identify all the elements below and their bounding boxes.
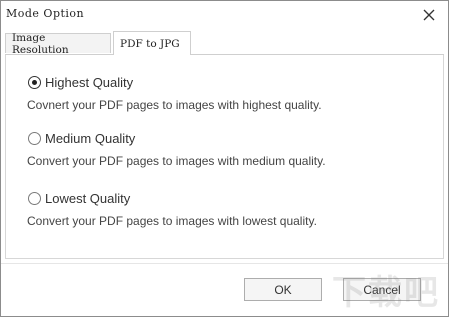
radio-lowest-quality[interactable]: [28, 192, 41, 205]
description-medium: Convert your PDF pages to images with me…: [27, 154, 326, 168]
tab-bar: Image Resolution PDF to JPG: [5, 31, 444, 56]
radio-row-lowest[interactable]: Lowest Quality: [28, 191, 317, 206]
radio-label-lowest[interactable]: Lowest Quality: [45, 191, 130, 206]
radio-selected-dot: [32, 80, 37, 85]
close-icon: [423, 9, 435, 21]
radio-row-medium[interactable]: Medium Quality: [28, 131, 326, 146]
option-highest-quality: Highest Quality Covnert your PDF pages t…: [27, 75, 322, 112]
tab-pdf-to-jpg[interactable]: PDF to JPG: [113, 31, 191, 55]
radio-highest-quality[interactable]: [28, 76, 41, 89]
description-highest: Covnert your PDF pages to images with hi…: [27, 98, 322, 112]
radio-row-highest[interactable]: Highest Quality: [28, 75, 322, 90]
cancel-button[interactable]: Cancel: [343, 278, 421, 301]
radio-label-medium[interactable]: Medium Quality: [45, 131, 135, 146]
footer-divider: [1, 263, 448, 264]
tab-content-panel: Highest Quality Covnert your PDF pages t…: [5, 55, 444, 259]
description-lowest: Convert your PDF pages to images with lo…: [27, 214, 317, 228]
option-lowest-quality: Lowest Quality Convert your PDF pages to…: [27, 191, 317, 228]
mode-option-dialog: Mode Option Image Resolution PDF to JPG …: [0, 0, 449, 317]
title-bar: Mode Option: [1, 1, 448, 29]
window-title: Mode Option: [6, 7, 85, 20]
radio-label-highest[interactable]: Highest Quality: [45, 75, 133, 90]
tab-image-resolution[interactable]: Image Resolution: [5, 32, 111, 56]
option-medium-quality: Medium Quality Convert your PDF pages to…: [27, 131, 326, 168]
radio-medium-quality[interactable]: [28, 132, 41, 145]
ok-button[interactable]: OK: [244, 278, 322, 301]
close-button[interactable]: [418, 4, 440, 26]
